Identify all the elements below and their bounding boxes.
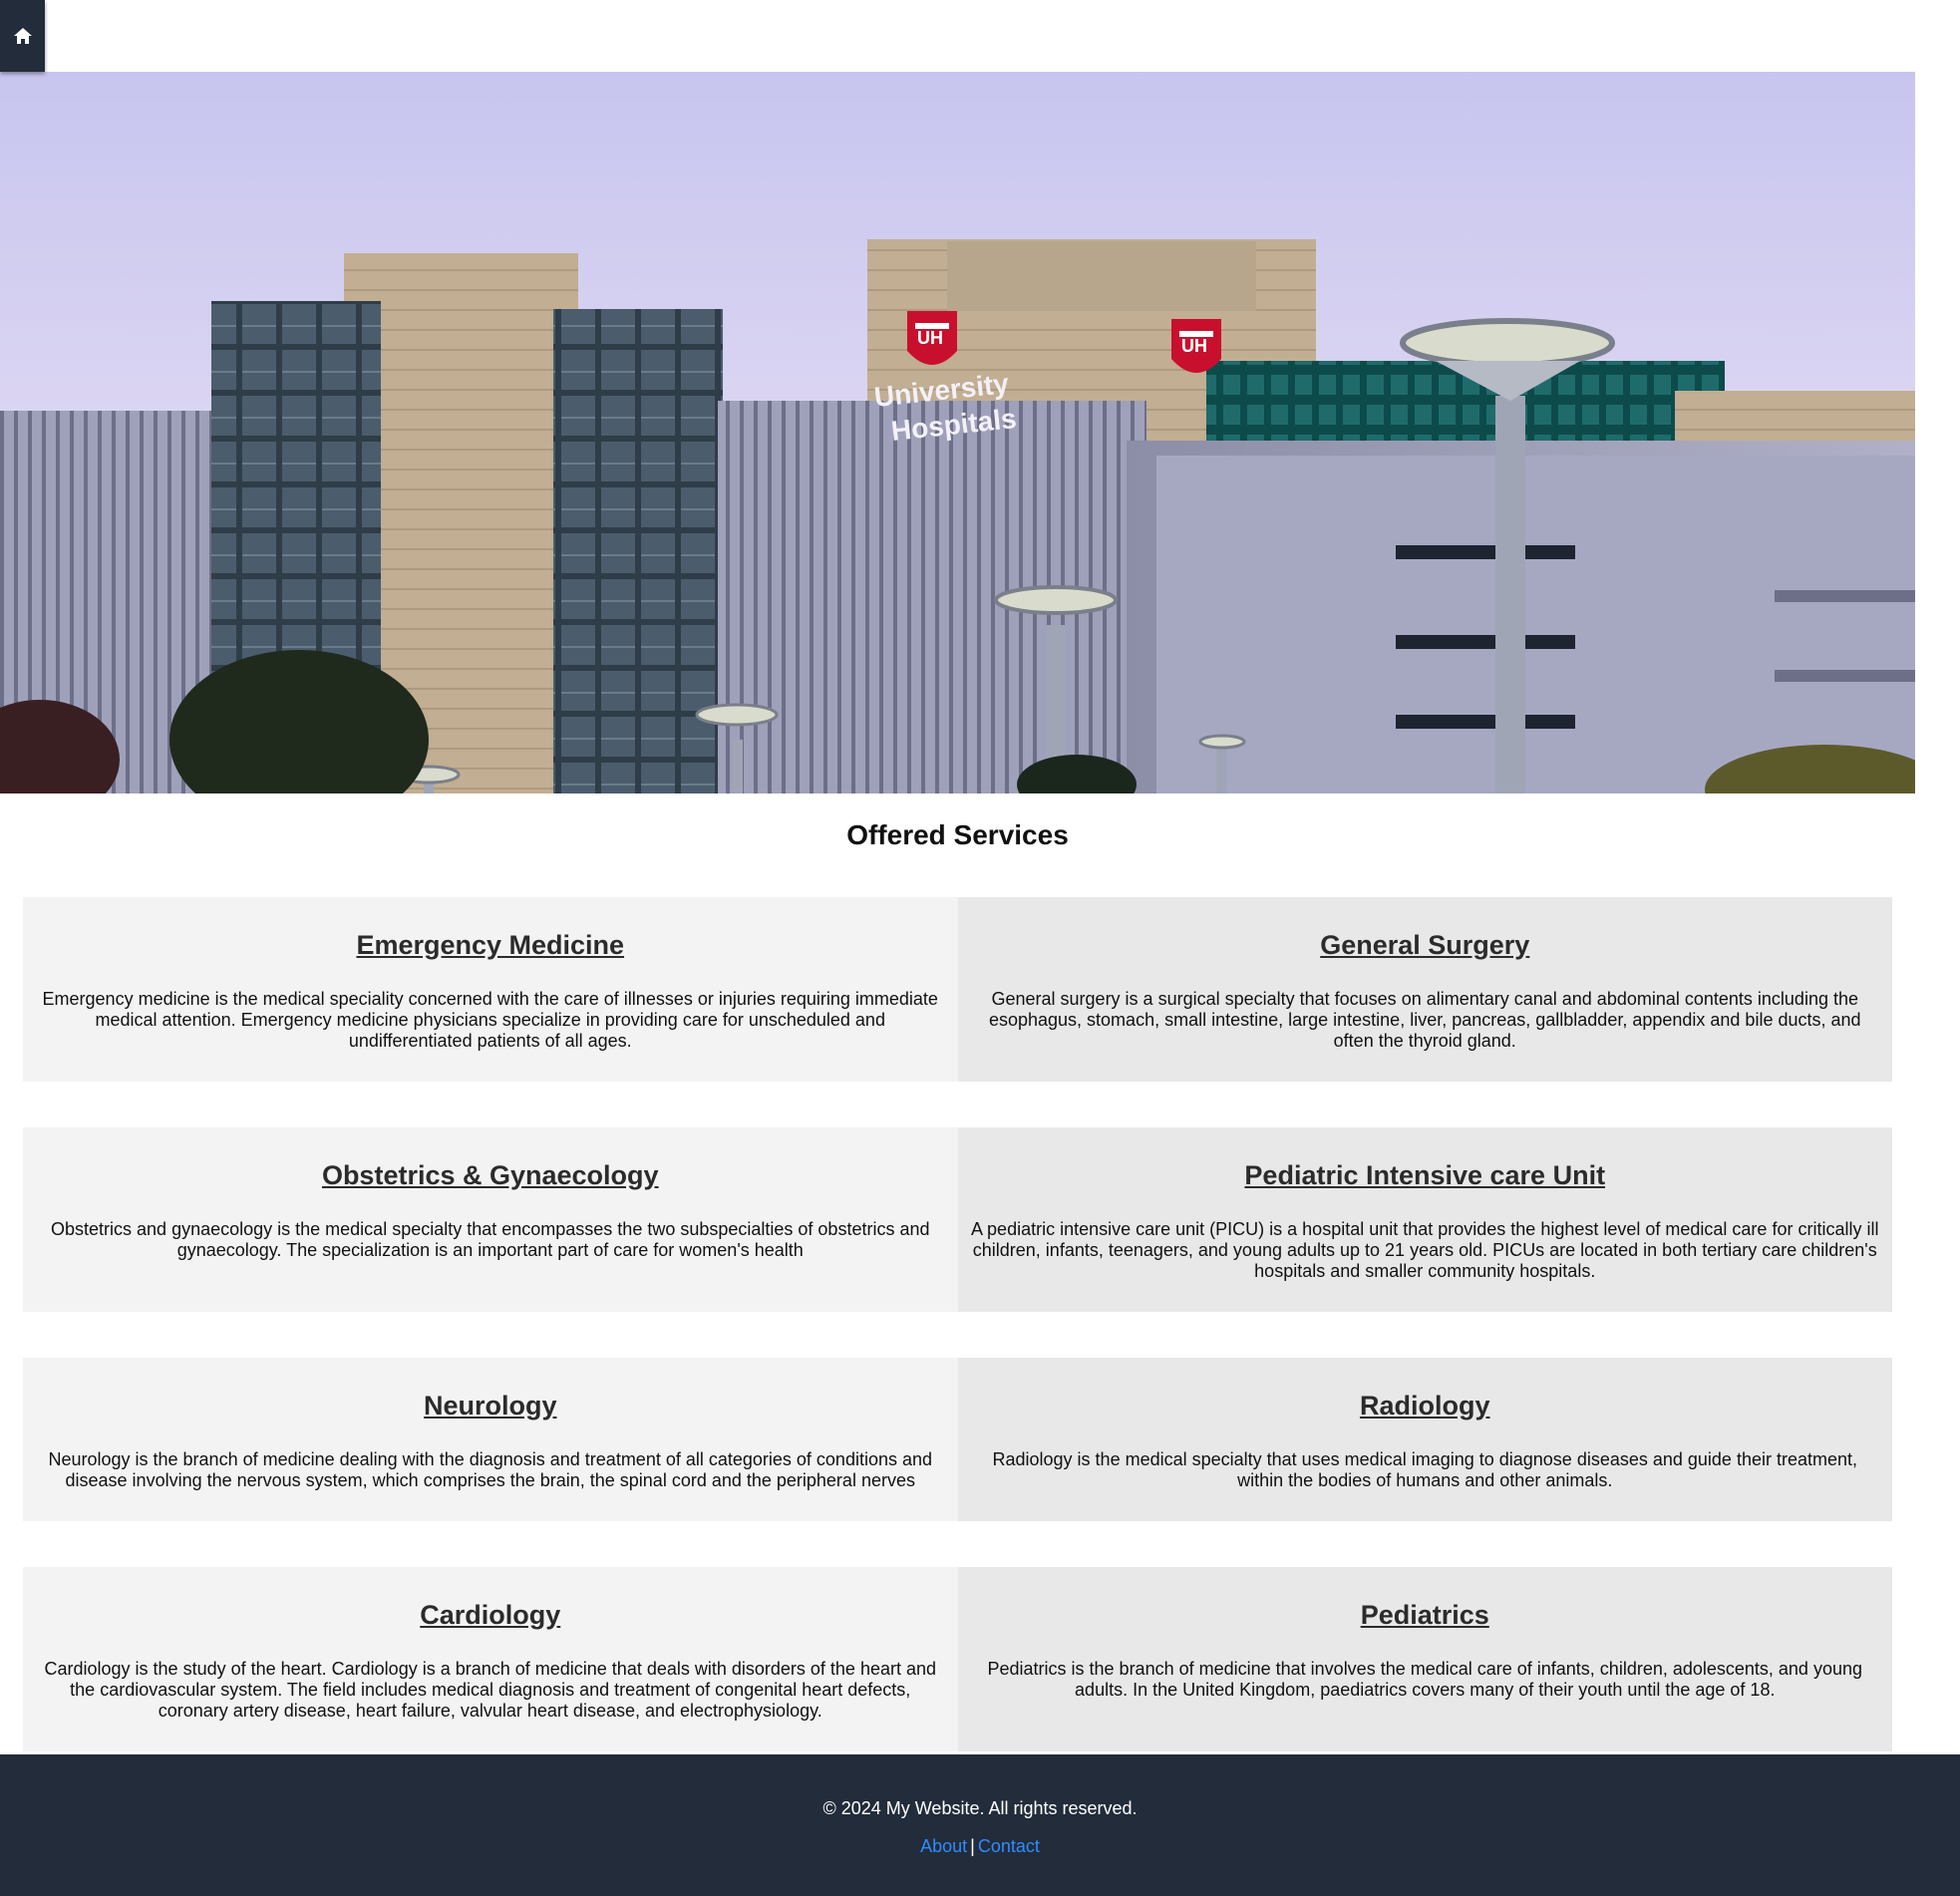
home-button[interactable] [0, 0, 45, 72]
services-grid: Emergency Medicine Emergency medicine is… [23, 897, 1892, 1797]
service-title-link[interactable]: Pediatric Intensive care Unit [968, 1157, 1883, 1193]
footer-separator: | [970, 1836, 975, 1856]
service-title-link[interactable]: Neurology [33, 1388, 948, 1423]
service-description: Cardiology is the study of the heart. Ca… [44, 1659, 937, 1721]
service-title-link[interactable]: Obstetrics & Gynaecology [33, 1157, 948, 1193]
service-card: Pediatric Intensive care Unit A pediatri… [957, 1127, 1892, 1312]
services-row: Obstetrics & Gynaecology Obstetrics and … [23, 1127, 1892, 1312]
service-card: Cardiology Cardiology is the study of th… [23, 1567, 958, 1751]
service-card: General Surgery General surgery is a sur… [957, 897, 1892, 1082]
home-icon [13, 28, 32, 44]
service-title-link[interactable]: General Surgery [968, 927, 1883, 963]
service-card: Neurology Neurology is the branch of med… [23, 1358, 958, 1521]
copyright-text: © 2024 My Website. All rights reserved. [822, 1798, 1138, 1818]
section-title: Offered Services [846, 819, 1069, 850]
service-title-link[interactable]: Cardiology [33, 1597, 948, 1633]
service-title-link[interactable]: Emergency Medicine [33, 927, 948, 963]
service-description: Radiology is the medical specialty that … [992, 1449, 1858, 1490]
about-link[interactable]: About [920, 1836, 967, 1856]
footer-links: About | Contact [0, 1834, 1960, 1858]
uh-logo-text-2: UH [1181, 336, 1207, 356]
service-card: Radiology Radiology is the medical speci… [957, 1358, 1892, 1521]
site-footer: © 2024 My Website. All rights reserved. … [0, 1754, 1960, 1896]
service-title-link[interactable]: Pediatrics [968, 1597, 1883, 1633]
service-card: Pediatrics Pediatrics is the branch of m… [957, 1567, 1892, 1751]
service-card: Emergency Medicine Emergency medicine is… [23, 897, 958, 1082]
service-description: Emergency medicine is the medical specia… [42, 989, 938, 1051]
services-row: Cardiology Cardiology is the study of th… [23, 1567, 1892, 1751]
contact-link[interactable]: Contact [978, 1836, 1040, 1856]
service-description: A pediatric intensive care unit (PICU) i… [971, 1219, 1879, 1281]
service-title-link[interactable]: Radiology [968, 1388, 1883, 1423]
service-description: General surgery is a surgical specialty … [988, 989, 1861, 1051]
service-card: Obstetrics & Gynaecology Obstetrics and … [23, 1127, 958, 1312]
service-description: Pediatrics is the branch of medicine tha… [987, 1659, 1863, 1700]
services-row: Emergency Medicine Emergency medicine is… [23, 897, 1892, 1082]
services-row: Neurology Neurology is the branch of med… [23, 1358, 1892, 1521]
service-description: Obstetrics and gynaecology is the medica… [51, 1219, 930, 1260]
hero-image: UH UH University Hospitals [0, 72, 1915, 793]
service-description: Neurology is the branch of medicine deal… [48, 1449, 933, 1490]
uh-logo-text: UH [917, 328, 943, 348]
